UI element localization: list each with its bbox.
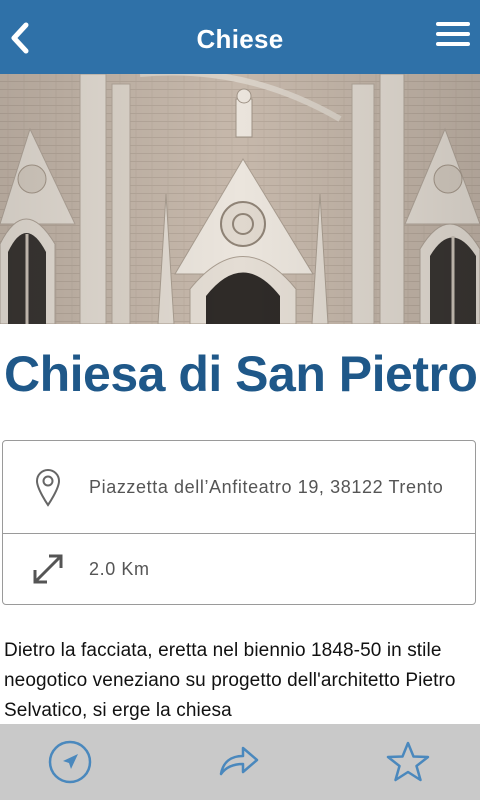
menu-button[interactable] xyxy=(436,22,470,56)
place-detail: Chiesa di San Pietro Piazzetta dell’Anfi… xyxy=(0,324,480,724)
address-text: Piazzetta dell’Anfiteatro 19, 38122 Tren… xyxy=(89,477,444,497)
info-card: Piazzetta dell’Anfiteatro 19, 38122 Tren… xyxy=(2,440,476,605)
navigate-button[interactable] xyxy=(46,738,94,786)
share-icon xyxy=(219,746,259,776)
hamburger-menu-icon xyxy=(436,22,470,26)
place-title: Chiesa di San Pietro xyxy=(4,346,478,402)
star-icon xyxy=(386,741,430,782)
address-row[interactable]: Piazzetta dell’Anfiteatro 19, 38122 Tren… xyxy=(3,441,475,534)
distance-icon-wrap xyxy=(31,548,65,590)
app-screen: Chiese Chiesa di San Pietro Piazzetta de… xyxy=(0,0,480,800)
facade-illustration xyxy=(0,74,480,324)
distance-text: 2.0 Km xyxy=(89,559,150,579)
favorite-button[interactable] xyxy=(384,738,432,786)
top-app-bar: Chiese xyxy=(0,0,480,74)
distance-row: 2.0 Km xyxy=(3,534,475,604)
navigation-icon xyxy=(48,740,92,784)
hamburger-line xyxy=(436,32,470,36)
diagonal-arrows-icon xyxy=(33,554,63,584)
share-button[interactable] xyxy=(214,738,262,786)
map-pin-icon xyxy=(35,469,61,507)
bottom-action-bar xyxy=(0,724,480,800)
hamburger-line xyxy=(436,42,470,46)
page-title: Chiese xyxy=(196,24,284,54)
address-icon-wrap xyxy=(31,466,65,508)
description-text: Dietro la facciata, eretta nel biennio 1… xyxy=(4,640,456,721)
church-facade-photo xyxy=(0,74,480,324)
